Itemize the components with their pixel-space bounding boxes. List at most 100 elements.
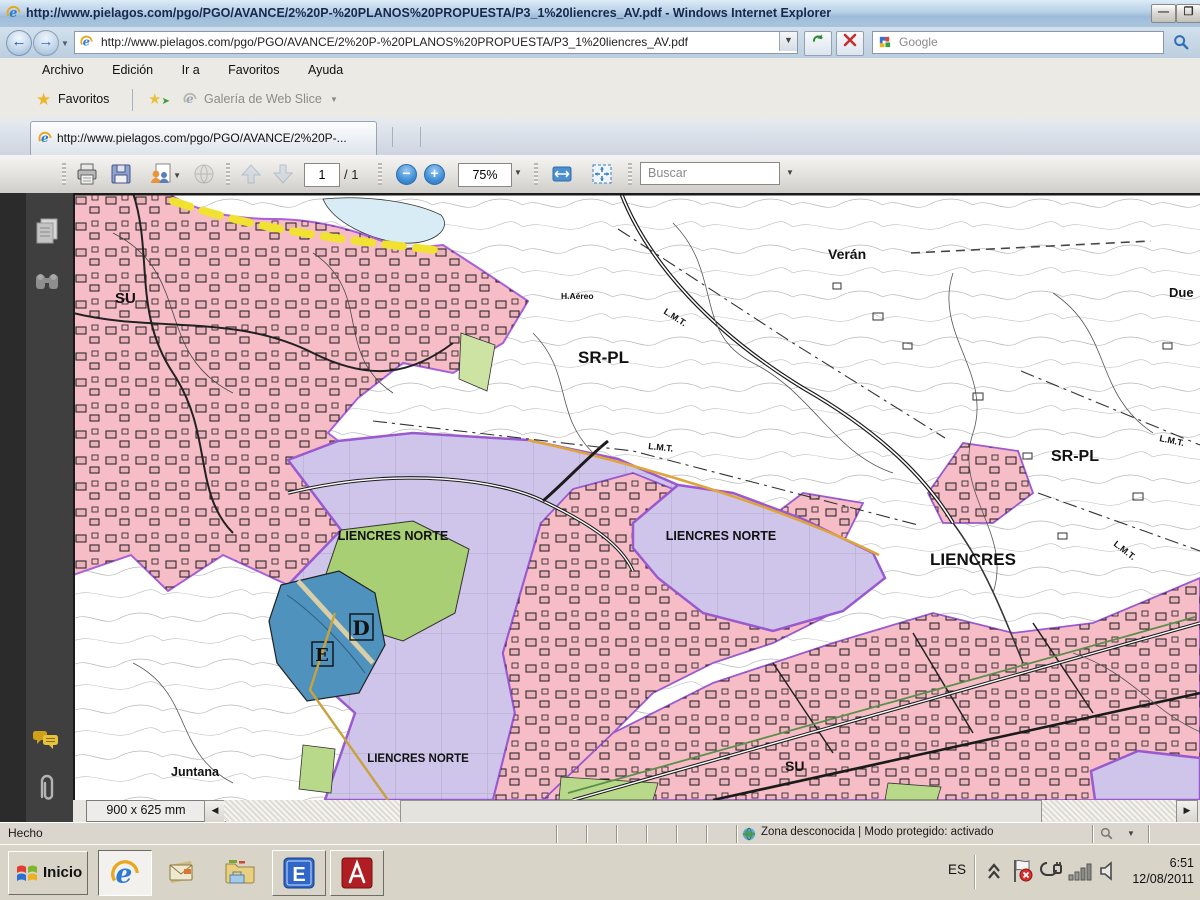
comments-panel-icon[interactable]	[31, 728, 61, 759]
action-center-flag-icon[interactable]	[1010, 858, 1034, 889]
pdf-toolbar: ▼ / 1 − + ▼ ▼	[0, 155, 1200, 194]
taskbar-clock[interactable]: 6:51 12/08/2011	[1102, 855, 1194, 887]
pdf-page-map[interactable]: SU Verán SR-PL SR-PL LIENCRES NORTE LIEN…	[73, 193, 1200, 800]
map-label-juntana: Juntana	[171, 765, 220, 779]
find-box[interactable]	[640, 162, 780, 185]
collaborate-dropdown[interactable]: ▼	[173, 171, 181, 180]
map-label-su-top: SU	[115, 290, 136, 307]
zoom-out-button[interactable]: −	[396, 164, 417, 185]
page-zoom-dropdown[interactable]: ▼	[1127, 829, 1135, 838]
zone-info-text: Zona desconocida | Modo protegido: activ…	[761, 826, 994, 838]
attachments-panel-icon[interactable]	[34, 773, 60, 808]
next-page-button	[268, 162, 298, 187]
map-label-srpl-center: SR-PL	[578, 348, 629, 367]
map-label-liencres-norte-2: LIENCRES NORTE	[666, 529, 776, 543]
clock-time: 6:51	[1102, 855, 1194, 871]
start-label: Inicio	[43, 864, 82, 881]
collaborate-button[interactable]: ▼	[140, 162, 182, 187]
forward-button[interactable]: →	[33, 30, 59, 56]
window-title: http://www.pielagos.com/pgo/PGO/AVANCE/2…	[26, 0, 831, 26]
map-label-zone-d: D	[352, 616, 369, 640]
start-button[interactable]: Inicio	[8, 851, 88, 895]
toolbar-grip	[534, 163, 538, 185]
svg-text:E: E	[292, 864, 305, 886]
clock-date: 12/08/2011	[1102, 871, 1194, 887]
toolbar-grip	[62, 163, 66, 185]
menu-archivo[interactable]: Archivo	[30, 58, 96, 82]
svg-text:e: e	[9, 6, 17, 21]
search-box[interactable]	[872, 31, 1164, 54]
desktop: e http://www.pielagos.com/pgo/PGO/AVANCE…	[0, 0, 1200, 900]
status-cell	[616, 825, 645, 843]
menu-bar: Archivo Edición Ir a Favoritos Ayuda	[0, 58, 1200, 84]
page-ie-icon: e	[79, 34, 94, 54]
tab-ie-icon: e	[37, 130, 53, 151]
save-button[interactable]	[106, 162, 136, 187]
tab-title: http://www.pielagos.com/pgo/PGO/AVANCE/2…	[57, 131, 347, 145]
map-label-due: Due	[1169, 285, 1194, 300]
taskbar-item-internet-explorer[interactable]: e	[98, 850, 152, 896]
menu-edicion[interactable]: Edición	[100, 58, 165, 82]
tab-bar: e http://www.pielagos.com/pgo/PGO/AVANCE…	[0, 118, 1200, 156]
status-cell	[586, 825, 615, 843]
favorites-button[interactable]: Favoritos	[58, 92, 109, 106]
restore-button[interactable]: ❐	[1176, 4, 1200, 23]
address-dropdown[interactable]: ▼	[779, 32, 797, 51]
menu-ira[interactable]: Ir a	[170, 58, 212, 82]
taskbar-item-adobe-reader[interactable]	[330, 850, 384, 896]
document-bottom-bar: 900 x 625 mm ◀ ▶	[73, 800, 1200, 822]
map-label-srpl-right: SR-PL	[1051, 448, 1099, 465]
page-zoom-control[interactable]: ▼	[1092, 825, 1145, 843]
page-size-indicator: 900 x 625 mm	[86, 800, 206, 822]
tray-expand-icon[interactable]	[986, 861, 1002, 886]
zoom-dropdown[interactable]: ▼	[514, 168, 522, 177]
back-button[interactable]: ←	[6, 30, 32, 56]
divider	[420, 127, 421, 147]
toolbar-grip	[226, 163, 230, 185]
share-button-disabled	[188, 162, 220, 187]
taskbar-item-e-app[interactable]: E	[272, 850, 326, 896]
scroll-right-button[interactable]: ▶	[1176, 800, 1198, 823]
address-bar[interactable]: e ▼	[74, 31, 798, 54]
find-dropdown[interactable]: ▼	[786, 168, 794, 177]
print-button[interactable]	[72, 162, 102, 187]
fit-width-button[interactable]	[546, 162, 578, 187]
title-bar: e http://www.pielagos.com/pgo/PGO/AVANCE…	[0, 0, 1200, 28]
menu-ayuda[interactable]: Ayuda	[296, 58, 355, 82]
address-input[interactable]	[99, 34, 775, 50]
status-cell	[646, 825, 675, 843]
pages-panel-icon[interactable]	[33, 217, 61, 252]
google-icon	[877, 34, 892, 54]
page-number-input[interactable]	[304, 163, 340, 187]
planning-map: SU Verán SR-PL SR-PL LIENCRES NORTE LIEN…	[73, 193, 1200, 800]
minimize-button[interactable]: —	[1151, 4, 1176, 23]
fit-page-button[interactable]	[586, 162, 618, 187]
search-icon[interactable]	[1172, 33, 1190, 56]
taskbar-item-mail[interactable]	[156, 850, 208, 894]
tab-active[interactable]: e http://www.pielagos.com/pgo/PGO/AVANCE…	[30, 121, 377, 156]
network-signal-icon[interactable]	[1068, 861, 1094, 886]
status-cell	[706, 825, 735, 843]
stop-button[interactable]	[836, 31, 864, 56]
find-input[interactable]	[646, 165, 770, 181]
map-label-veran: Verán	[828, 246, 866, 262]
pdf-side-panel	[0, 193, 74, 822]
refresh-button[interactable]	[804, 31, 832, 56]
status-cell	[556, 825, 585, 843]
scrollbar-thumb[interactable]	[400, 800, 1042, 823]
webslice-dropdown[interactable]: ▼	[330, 95, 338, 104]
scroll-left-button[interactable]: ◀	[204, 800, 226, 823]
add-favorite-icon[interactable]: ★➤	[148, 90, 170, 108]
language-indicator[interactable]: ES	[948, 862, 966, 877]
menu-favoritos[interactable]: Favoritos	[216, 58, 291, 82]
horizontal-scrollbar[interactable]	[224, 800, 1176, 821]
search-panel-icon[interactable]	[33, 269, 61, 300]
toolbar-grip	[628, 163, 632, 185]
zoom-level-input[interactable]	[458, 163, 512, 187]
zoom-in-button[interactable]: +	[424, 164, 445, 185]
taskbar-item-file-explorer[interactable]	[214, 850, 266, 894]
power-plug-icon[interactable]	[1040, 859, 1064, 888]
recent-pages-dropdown[interactable]: ▼	[61, 39, 69, 48]
webslice-gallery-button[interactable]: Galería de Web Slice	[204, 92, 322, 106]
search-input[interactable]	[897, 34, 1159, 50]
